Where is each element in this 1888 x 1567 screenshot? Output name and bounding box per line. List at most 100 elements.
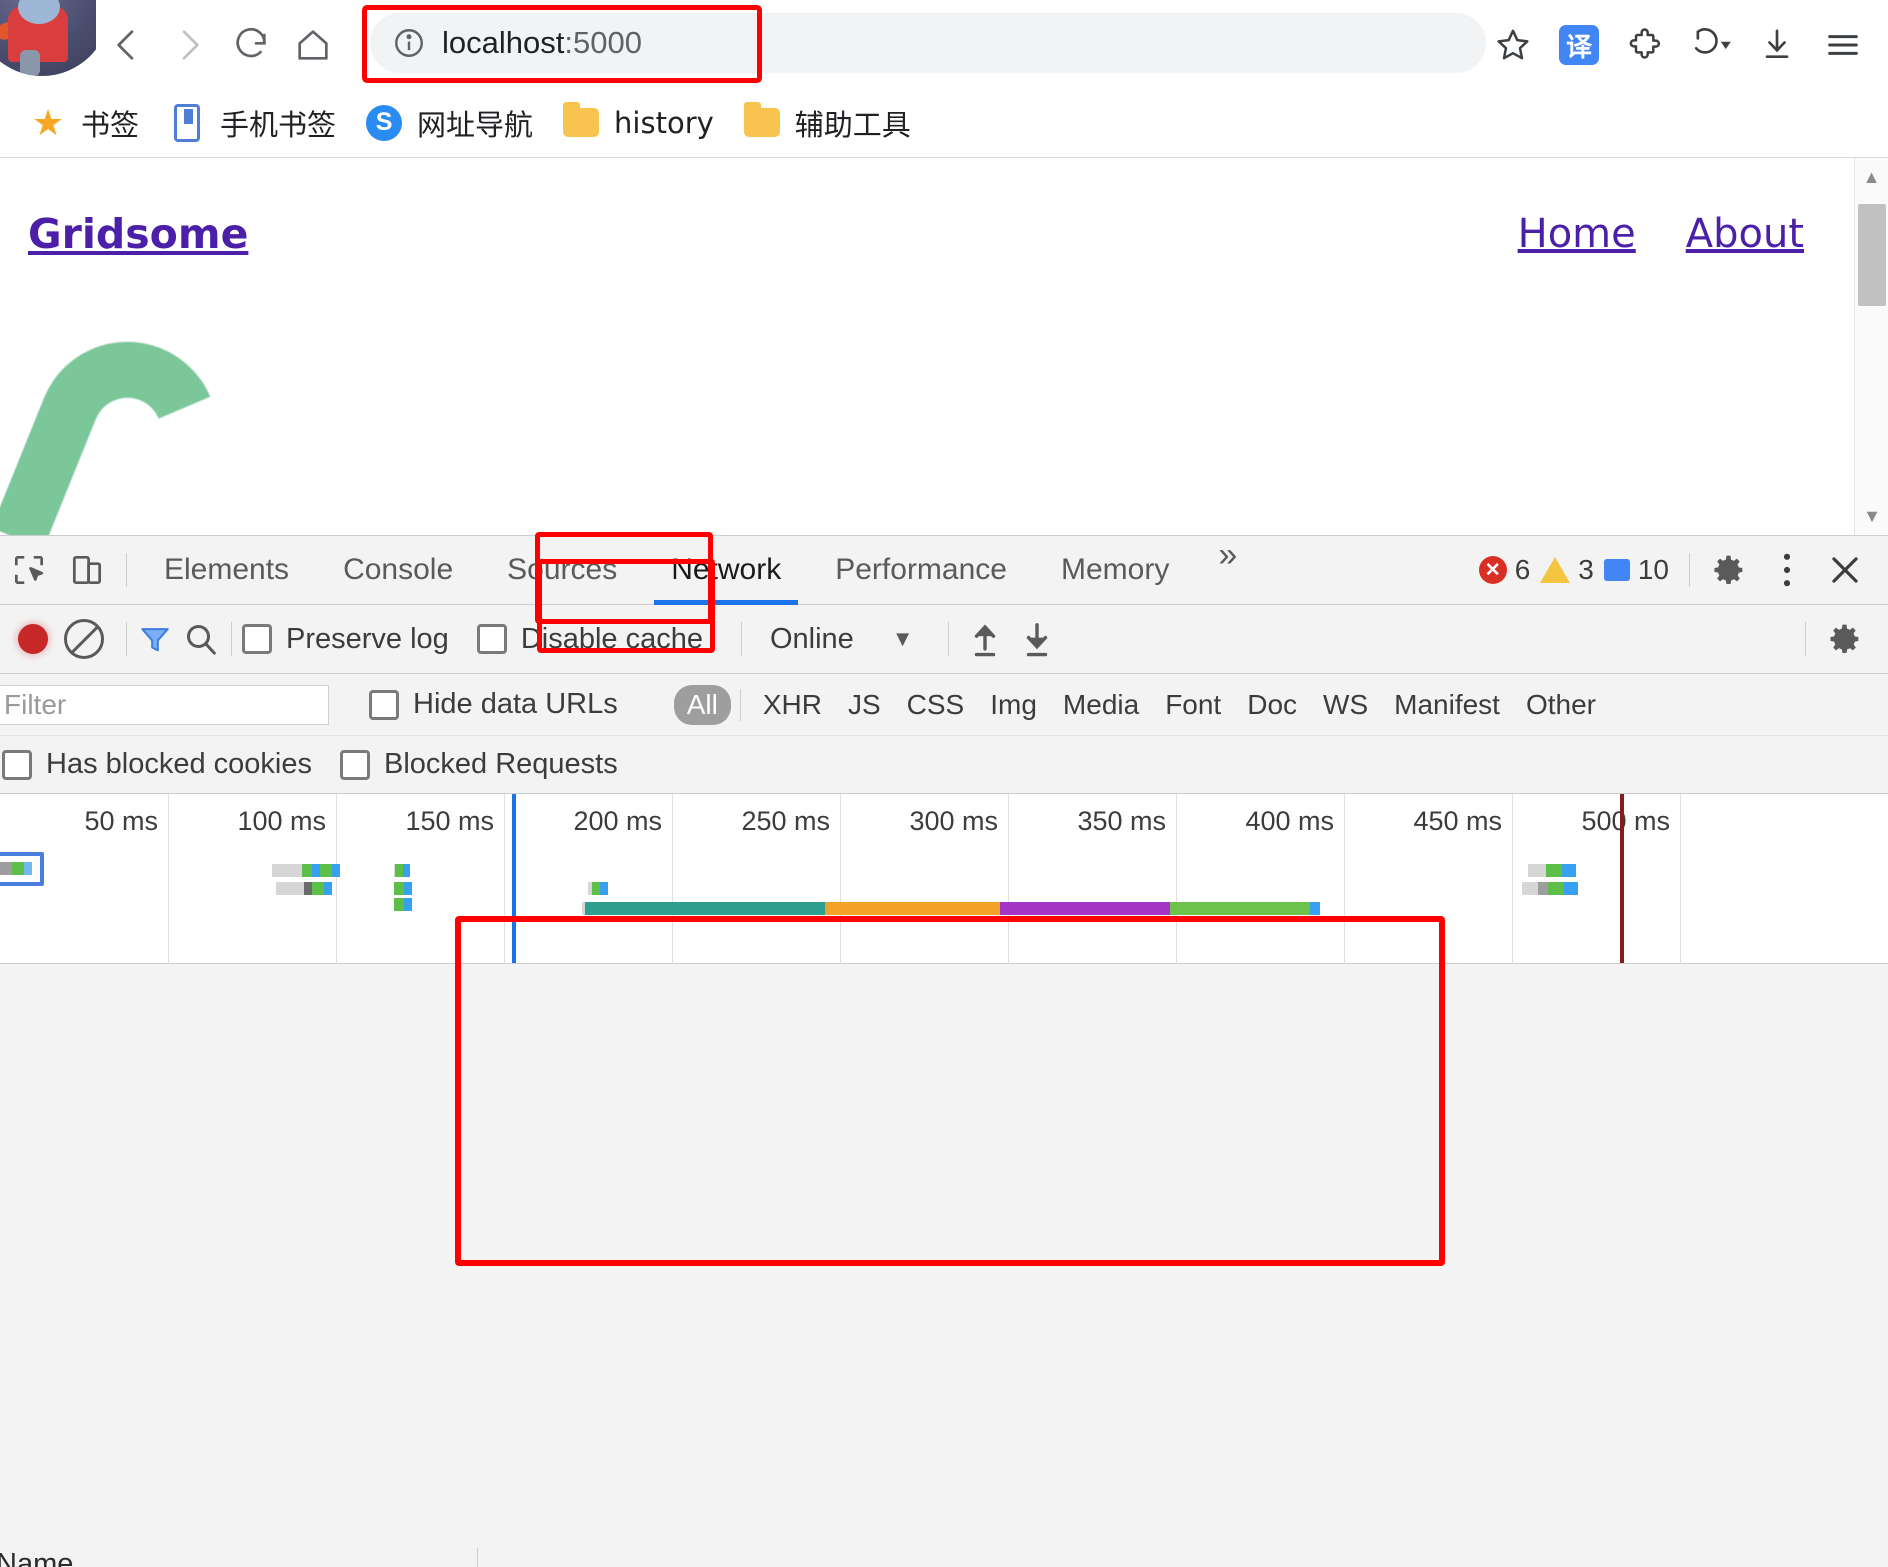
- history-back-dropdown-icon[interactable]: [1678, 12, 1744, 78]
- nav-link-about[interactable]: About: [1686, 211, 1804, 257]
- record-button[interactable]: [18, 624, 48, 654]
- site-info-icon[interactable]: [392, 26, 426, 60]
- network-overview-timeline[interactable]: 50 ms 100 ms 150 ms 200 ms 250 ms 300 ms 350 m…: [0, 794, 1888, 964]
- site-logo-link[interactable]: Gridsome: [28, 210, 248, 258]
- checkbox[interactable]: [369, 689, 399, 720]
- timeline-tick-label: 450 ms: [1413, 806, 1502, 836]
- type-filter-media[interactable]: Media: [1050, 685, 1152, 725]
- more-vertical-icon[interactable]: [1758, 541, 1816, 599]
- error-count: 6: [1514, 554, 1531, 585]
- timeline-bar-segment: [302, 864, 312, 877]
- reload-icon[interactable]: [220, 14, 282, 76]
- checkbox[interactable]: [476, 624, 507, 654]
- inspect-element-icon[interactable]: [0, 541, 58, 599]
- tab-sources[interactable]: Sources: [480, 536, 644, 605]
- timeline-bar-segment: [403, 864, 410, 877]
- downloads-icon[interactable]: [1744, 12, 1810, 78]
- disable-cache-label: Disable cache: [520, 622, 703, 655]
- timeline-gridline: [504, 794, 505, 963]
- message-counter[interactable]: 10: [1603, 554, 1669, 586]
- forward-arrow-icon[interactable]: [158, 14, 220, 76]
- nav-link-home[interactable]: Home: [1518, 211, 1636, 257]
- type-filter-all[interactable]: All: [673, 684, 731, 725]
- timeline-bar-segment: [394, 882, 404, 895]
- timeline-tick-label: 400 ms: [1245, 806, 1334, 836]
- more-tabs-icon[interactable]: »: [1196, 536, 1259, 605]
- home-icon[interactable]: [282, 14, 344, 76]
- timeline-bar-segment: [324, 882, 332, 895]
- type-filter-js[interactable]: JS: [835, 685, 894, 725]
- detail-tab-initiator[interactable]: Initiator: [1039, 1548, 1185, 1567]
- detail-tab-response[interactable]: Response: [856, 1548, 1039, 1567]
- bookmark-item-3[interactable]: history: [547, 95, 728, 151]
- search-icon[interactable]: [181, 619, 221, 659]
- timeline-tick-label: 350 ms: [1077, 806, 1166, 836]
- tab-console[interactable]: Console: [316, 536, 480, 605]
- type-filter-other[interactable]: Other: [1513, 685, 1609, 725]
- close-icon[interactable]: ✕: [478, 1563, 540, 1567]
- close-icon[interactable]: [1816, 541, 1874, 599]
- bookmarks-bar: ★ 书签 手机书签 S 网址导航 history 辅助工具: [0, 88, 1888, 157]
- funnel-icon[interactable]: [137, 622, 173, 656]
- timeline-tick-label: 50 ms: [84, 806, 158, 836]
- avatar[interactable]: [0, 0, 96, 90]
- timeline-tick-label: 100 ms: [237, 806, 326, 836]
- error-counter[interactable]: ✕ 6: [1478, 554, 1531, 586]
- checkbox[interactable]: [339, 749, 370, 780]
- scrollbar-up-icon[interactable]: ▲: [1855, 158, 1888, 196]
- type-filter-img[interactable]: Img: [977, 685, 1050, 725]
- filter-input[interactable]: Filter: [0, 684, 329, 725]
- translate-icon[interactable]: 译: [1546, 12, 1612, 78]
- tab-memory[interactable]: Memory: [1034, 536, 1196, 605]
- extensions-puzzle-icon[interactable]: [1612, 12, 1678, 78]
- type-filter-manifest[interactable]: Manifest: [1381, 685, 1513, 725]
- warning-counter[interactable]: 3: [1540, 554, 1594, 586]
- type-filter-ws[interactable]: WS: [1310, 685, 1381, 725]
- request-list-header[interactable]: Name: [0, 1548, 477, 1567]
- timeline-bar-segment: [404, 882, 412, 895]
- import-har-icon[interactable]: [959, 613, 1011, 665]
- page-scrollbar[interactable]: ▲ ▼: [1854, 158, 1888, 535]
- scrollbar-thumb[interactable]: [1858, 204, 1886, 306]
- blocked-requests-checkbox[interactable]: Blocked Requests: [339, 748, 618, 781]
- timeline-event-line: [512, 794, 516, 963]
- bookmark-item-2[interactable]: S 网址导航: [350, 95, 547, 151]
- tab-elements[interactable]: Elements: [137, 536, 316, 605]
- export-har-icon[interactable]: [1011, 613, 1063, 665]
- type-filter-font[interactable]: Font: [1152, 685, 1234, 725]
- type-filter-doc[interactable]: Doc: [1234, 685, 1310, 725]
- bookmark-item-4[interactable]: 辅助工具: [728, 95, 925, 151]
- has-blocked-cookies-checkbox[interactable]: Has blocked cookies: [2, 748, 312, 781]
- checkbox[interactable]: [2, 749, 32, 780]
- device-toolbar-icon[interactable]: [58, 541, 116, 599]
- detail-tab-timing[interactable]: Timing: [1186, 1548, 1323, 1567]
- menu-icon[interactable]: [1810, 12, 1876, 78]
- message-icon: [1603, 559, 1630, 581]
- chevron-down-icon[interactable]: ▼: [892, 626, 914, 652]
- bookmark-star-icon[interactable]: [1480, 12, 1546, 78]
- scrollbar-down-icon[interactable]: ▼: [1855, 497, 1888, 535]
- address-bar[interactable]: localhost:5000: [370, 13, 1486, 73]
- detail-tab-preview[interactable]: Preview: [701, 1548, 856, 1567]
- detail-tab-headers[interactable]: Headers: [540, 1548, 701, 1567]
- gear-icon[interactable]: [1700, 541, 1758, 599]
- clear-button[interactable]: [64, 619, 104, 659]
- throttling-select[interactable]: Online: [770, 623, 854, 656]
- preserve-log-checkbox[interactable]: Preserve log: [242, 623, 449, 656]
- tab-network[interactable]: Network: [644, 536, 808, 605]
- bookmark-item-0[interactable]: ★ 书签: [14, 95, 153, 151]
- timeline-bar-segment: [332, 864, 340, 877]
- checkbox[interactable]: [242, 624, 272, 654]
- type-filter-xhr[interactable]: XHR: [750, 685, 835, 725]
- gear-icon[interactable]: [1816, 610, 1874, 668]
- bookmark-label: 书签: [81, 107, 140, 142]
- bookmark-item-1[interactable]: 手机书签: [153, 95, 350, 151]
- type-filter-css[interactable]: CSS: [894, 685, 978, 725]
- timeline-bar-segment: [1170, 902, 1310, 915]
- timeline-selection-box[interactable]: [0, 852, 44, 886]
- disable-cache-checkbox[interactable]: Disable cache: [476, 622, 703, 656]
- address-bar-area: localhost:5000: [362, 5, 1486, 85]
- hide-data-urls-checkbox[interactable]: Hide data URLs: [369, 688, 618, 721]
- tab-performance[interactable]: Performance: [808, 536, 1034, 605]
- back-arrow-icon[interactable]: [96, 14, 158, 76]
